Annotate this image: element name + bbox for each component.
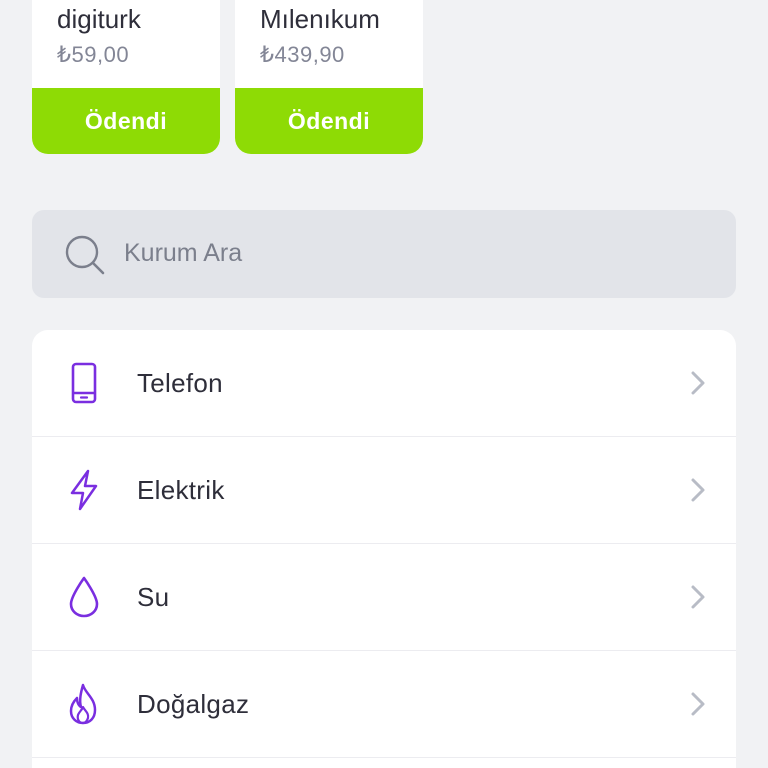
bill-card-amount: ₺439,90 [260,42,345,67]
bill-card[interactable]: Mılenıkum ₺439,90 Ödendi [235,0,423,154]
lightning-icon [64,468,104,512]
phone-icon [64,361,104,405]
bill-card-name: Mılenıkum [260,4,380,34]
bill-card-status-paid: Ödendi [32,88,220,154]
category-label: Telefon [137,367,223,398]
category-item-dogalgaz[interactable]: Doğalgaz [32,651,736,758]
search-input[interactable] [124,230,684,276]
chevron-right-icon [691,585,705,609]
chevron-right-icon [691,371,705,395]
bill-card[interactable]: digiturk ₺59,00 Ödendi [32,0,220,154]
chevron-right-icon [691,692,705,716]
category-label: Elektrik [137,474,225,505]
bill-payment-screen: digiturk ₺59,00 Ödendi Mılenıkum ₺439,90… [0,0,768,768]
category-item-elektrik[interactable]: Elektrik [32,437,736,544]
category-item-su[interactable]: Su [32,544,736,651]
bill-card-amount: ₺59,00 [57,42,130,67]
chevron-right-icon [691,478,705,502]
bill-card-name: digiturk [57,4,141,34]
category-list: Telefon Elektrik Su Doğalgaz [32,330,736,768]
category-label: Su [137,581,170,612]
water-drop-icon [64,575,104,619]
bill-card-status-paid: Ödendi [235,88,423,154]
category-label: Doğalgaz [137,688,250,719]
category-item-telefon[interactable]: Telefon [32,330,736,437]
search-icon [65,235,105,275]
flame-icon [64,682,104,726]
